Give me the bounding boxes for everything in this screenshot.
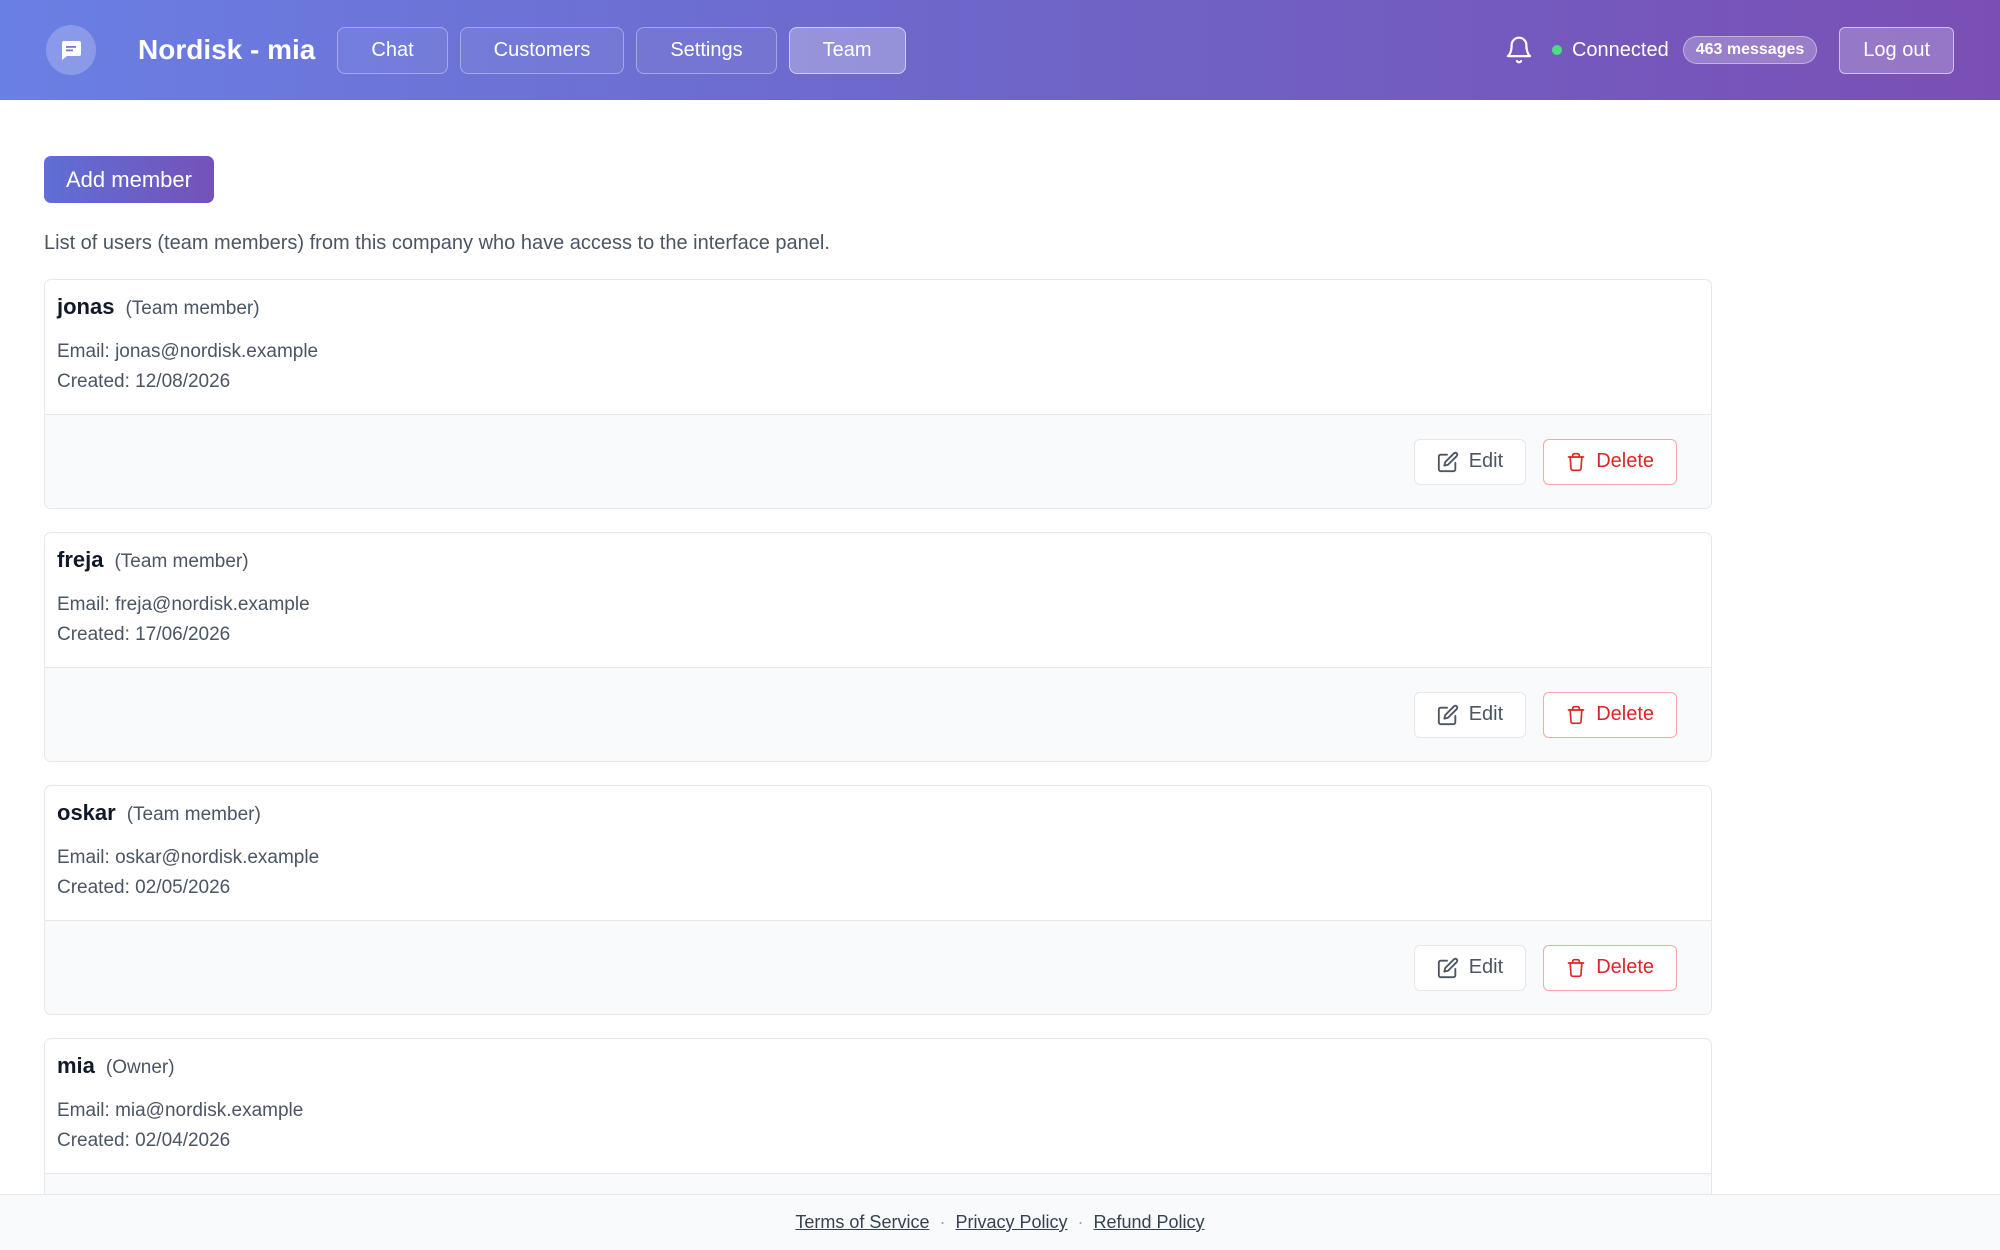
page-footer: Terms of Service · Privacy Policy · Refu… <box>0 1194 2000 1250</box>
delete-label: Delete <box>1596 703 1654 725</box>
edit-label: Edit <box>1468 450 1504 472</box>
member-name: jonas <box>57 294 115 319</box>
delete-button[interactable]: Delete <box>1543 691 1677 738</box>
member-card: freja (Team member) Email: freja@nordisk… <box>44 532 1712 762</box>
footer-separator: · <box>939 1212 946 1232</box>
member-email: Email: jonas@nordisk.example <box>57 341 319 362</box>
edit-button[interactable]: Edit <box>1413 691 1527 738</box>
member-name: oskar <box>57 800 116 825</box>
member-role: (Owner) <box>105 1057 175 1078</box>
member-created: Created: 17/06/2026 <box>57 624 231 645</box>
edit-button[interactable]: Edit <box>1413 944 1527 991</box>
member-created: Created: 02/05/2026 <box>57 877 231 898</box>
trash-icon <box>1567 452 1585 471</box>
refund-link[interactable]: Refund Policy <box>1094 1212 1205 1233</box>
member-email: Email: freja@nordisk.example <box>57 594 310 615</box>
member-role: (Team member) <box>125 298 260 319</box>
add-member-button[interactable]: Add member <box>44 156 214 203</box>
delete-label: Delete <box>1596 450 1654 472</box>
edit-button[interactable]: Edit <box>1413 438 1527 485</box>
top-bar: Nordisk - mia Chat Customers Settings Te… <box>0 0 2000 100</box>
edit-icon <box>1437 451 1458 472</box>
member-created: Created: 12/08/2026 <box>57 371 231 392</box>
team-page: Add member List of users (team members) … <box>44 100 1712 1250</box>
terms-link[interactable]: Terms of Service <box>795 1212 929 1233</box>
connection-status: Connected <box>1571 38 1669 61</box>
edit-icon <box>1437 704 1458 725</box>
member-card: oskar (Team member) Email: oskar@nordisk… <box>44 785 1712 1015</box>
footer-separator: · <box>1077 1212 1084 1232</box>
main-nav: Chat Customers Settings Team <box>337 26 906 74</box>
messages-badge: 463 messages <box>1682 36 1818 64</box>
team-description: List of users (team members) from this c… <box>44 232 830 254</box>
privacy-link[interactable]: Privacy Policy <box>955 1212 1067 1233</box>
chat-logo-icon[interactable] <box>46 25 96 75</box>
member-email: Email: mia@nordisk.example <box>57 1100 304 1121</box>
member-role: (Team member) <box>126 804 261 825</box>
delete-label: Delete <box>1596 956 1654 978</box>
logout-button[interactable]: Log out <box>1839 26 1954 74</box>
member-name: freja <box>57 547 104 572</box>
member-role: (Team member) <box>114 551 249 572</box>
edit-label: Edit <box>1468 956 1504 978</box>
delete-button[interactable]: Delete <box>1543 944 1677 991</box>
member-card: jonas (Team member) Email: jonas@nordisk… <box>44 279 1712 509</box>
nav-team[interactable]: Team <box>788 26 906 74</box>
trash-icon <box>1567 958 1585 977</box>
header-right: Connected 463 messages Log out <box>1502 26 1954 74</box>
member-email: Email: oskar@nordisk.example <box>57 847 320 868</box>
nav-chat[interactable]: Chat <box>337 26 448 74</box>
trash-icon <box>1567 705 1585 724</box>
connection-status-dot <box>1551 45 1562 55</box>
app-title: Nordisk - mia <box>138 34 316 65</box>
edit-icon <box>1437 957 1458 978</box>
edit-label: Edit <box>1468 703 1504 725</box>
delete-button[interactable]: Delete <box>1543 438 1677 485</box>
nav-customers[interactable]: Customers <box>459 26 625 74</box>
nav-settings[interactable]: Settings <box>636 26 777 74</box>
member-list: jonas (Team member) Email: jonas@nordisk… <box>44 279 1712 1250</box>
bell-icon[interactable] <box>1502 32 1536 68</box>
member-name: mia <box>57 1053 95 1078</box>
member-created: Created: 02/04/2026 <box>57 1130 231 1151</box>
